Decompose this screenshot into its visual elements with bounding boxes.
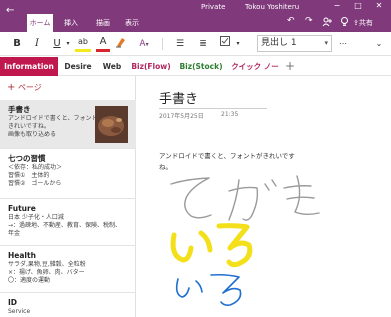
more-options-icon[interactable]: ⋯: [338, 36, 348, 52]
tab-home[interactable]: ホーム: [27, 14, 53, 32]
page-item-preview: サラダ,果物,豆,雑穀、全粒粉: [8, 261, 86, 268]
tab-view[interactable]: 表示: [121, 14, 143, 32]
page-item-preview: 習慣① 主体的: [8, 172, 50, 179]
chevron-down-icon: ▾: [324, 39, 328, 47]
add-page-button[interactable]: + ページ: [7, 82, 42, 93]
lightbulb-icon[interactable]: [340, 17, 349, 29]
paragraph-style-dropdown[interactable]: 見出し 1 ▾: [257, 35, 332, 52]
undo-icon[interactable]: ↶: [287, 16, 295, 26]
window-title: Private: [201, 3, 226, 11]
page-item-title: 七つの習慣: [8, 154, 46, 163]
page-item-preview: →：過疎地、不動産、教育、保険、税制、: [8, 222, 122, 229]
title-bar: ← Private Tokou Yoshiteru − □ ✕ ホーム 挿入 描…: [0, 0, 391, 32]
tab-draw[interactable]: 描画: [92, 14, 114, 32]
page-item-preview: 習慣② ゴールから: [8, 180, 62, 187]
plus-icon: +: [7, 82, 16, 93]
page-list: + ページ 手書き アンドロイドで書くと、フォントが きれいですね。 画像も取り…: [0, 76, 136, 317]
page-thumbnail-image: [95, 106, 128, 143]
underline-dropdown-icon[interactable]: ▾: [64, 36, 72, 52]
minimize-button[interactable]: −: [328, 1, 346, 10]
maximize-button[interactable]: □: [349, 1, 367, 10]
add-page-label: ページ: [17, 83, 42, 92]
share-label: 共有: [358, 19, 373, 27]
tag-dropdown-icon[interactable]: ▾: [234, 36, 242, 52]
clear-format-icon[interactable]: [114, 36, 128, 52]
page-item[interactable]: Health サラダ,果物,豆,雑穀、全粒粉 ×：揚げ、魚卵、肉、バター 〇：適…: [0, 246, 136, 293]
ribbon-tabs: ホーム 挿入 描画 表示: [0, 14, 391, 32]
ink-gray: [170, 175, 320, 221]
numbered-list-icon[interactable]: ≣: [196, 36, 210, 52]
page-item[interactable]: Future 日本 少子化・人口減 →：過疎地、不動産、教育、保険、税制、 年金: [0, 199, 136, 246]
section-tab-information[interactable]: Information: [0, 57, 58, 76]
toolbar-divider: [162, 38, 163, 50]
page-item-preview: ×：揚げ、魚卵、肉、バター: [8, 269, 85, 276]
page-item[interactable]: ID Service: [0, 293, 136, 317]
add-person-icon[interactable]: [322, 17, 332, 29]
section-tabs: Information Desire Web Biz(Flow) Biz(Sto…: [0, 57, 391, 90]
page-item-preview: 日本 少子化・人口減: [8, 214, 64, 221]
section-tab-quick-notes[interactable]: クイック ノート: [228, 57, 282, 90]
page-item[interactable]: 手書き アンドロイドで書くと、フォントが きれいですね。 画像も取り込める: [0, 100, 136, 149]
redo-icon[interactable]: ↷: [305, 16, 313, 26]
italic-button[interactable]: I: [30, 36, 44, 52]
bullet-list-icon[interactable]: ☰: [173, 36, 187, 52]
page-item-preview: 〇：適度の運動: [8, 277, 51, 284]
bold-button[interactable]: B: [10, 36, 24, 52]
collapse-ribbon-icon[interactable]: ⌄: [374, 36, 384, 52]
add-section-button[interactable]: +: [285, 57, 295, 76]
page-item-preview: 年金: [8, 230, 21, 237]
styles-icon[interactable]: A▾: [136, 36, 152, 52]
page-item-title: Health: [8, 251, 36, 260]
page-item-preview: Service: [8, 308, 31, 315]
user-name[interactable]: Tokou Yoshiteru: [245, 3, 299, 11]
page-item[interactable]: 七つの習慣 ＜依存：私的成功＞ 習慣① 主体的 習慣② ゴールから: [0, 149, 136, 199]
font-color-button[interactable]: A: [96, 36, 110, 52]
section-tab-desire[interactable]: Desire: [61, 57, 95, 76]
share-button[interactable]: ⇪共有: [353, 18, 373, 28]
ink-yellow: [170, 223, 253, 268]
note-canvas[interactable]: 手書き 2017年5月25日 21:35 アンドロイドで書くと、フォントがきれい…: [137, 76, 391, 317]
page-item-title: ID: [8, 298, 18, 307]
highlight-button[interactable]: ab: [75, 36, 91, 52]
ink-blue: [175, 273, 242, 306]
section-tab-biz-flow[interactable]: Biz(Flow): [130, 57, 172, 76]
checkbox-tag-icon[interactable]: [218, 36, 232, 52]
section-tab-web[interactable]: Web: [98, 57, 126, 76]
section-tab-biz-stock[interactable]: Biz(Stock): [178, 57, 224, 76]
underline-button[interactable]: U: [50, 36, 64, 52]
tab-insert[interactable]: 挿入: [60, 14, 82, 32]
page-item-preview: ＜依存：私的成功＞: [8, 164, 63, 171]
paragraph-style-value: 見出し 1: [261, 38, 297, 48]
close-button[interactable]: ✕: [370, 1, 388, 10]
handwriting-ink: [170, 175, 320, 306]
page-item-title: Future: [8, 204, 36, 213]
formatting-toolbar: B I U ▾ ab A A▾ ☰ ≣ ▾ 見出し 1 ▾ ⋯ ⌄: [0, 32, 391, 56]
